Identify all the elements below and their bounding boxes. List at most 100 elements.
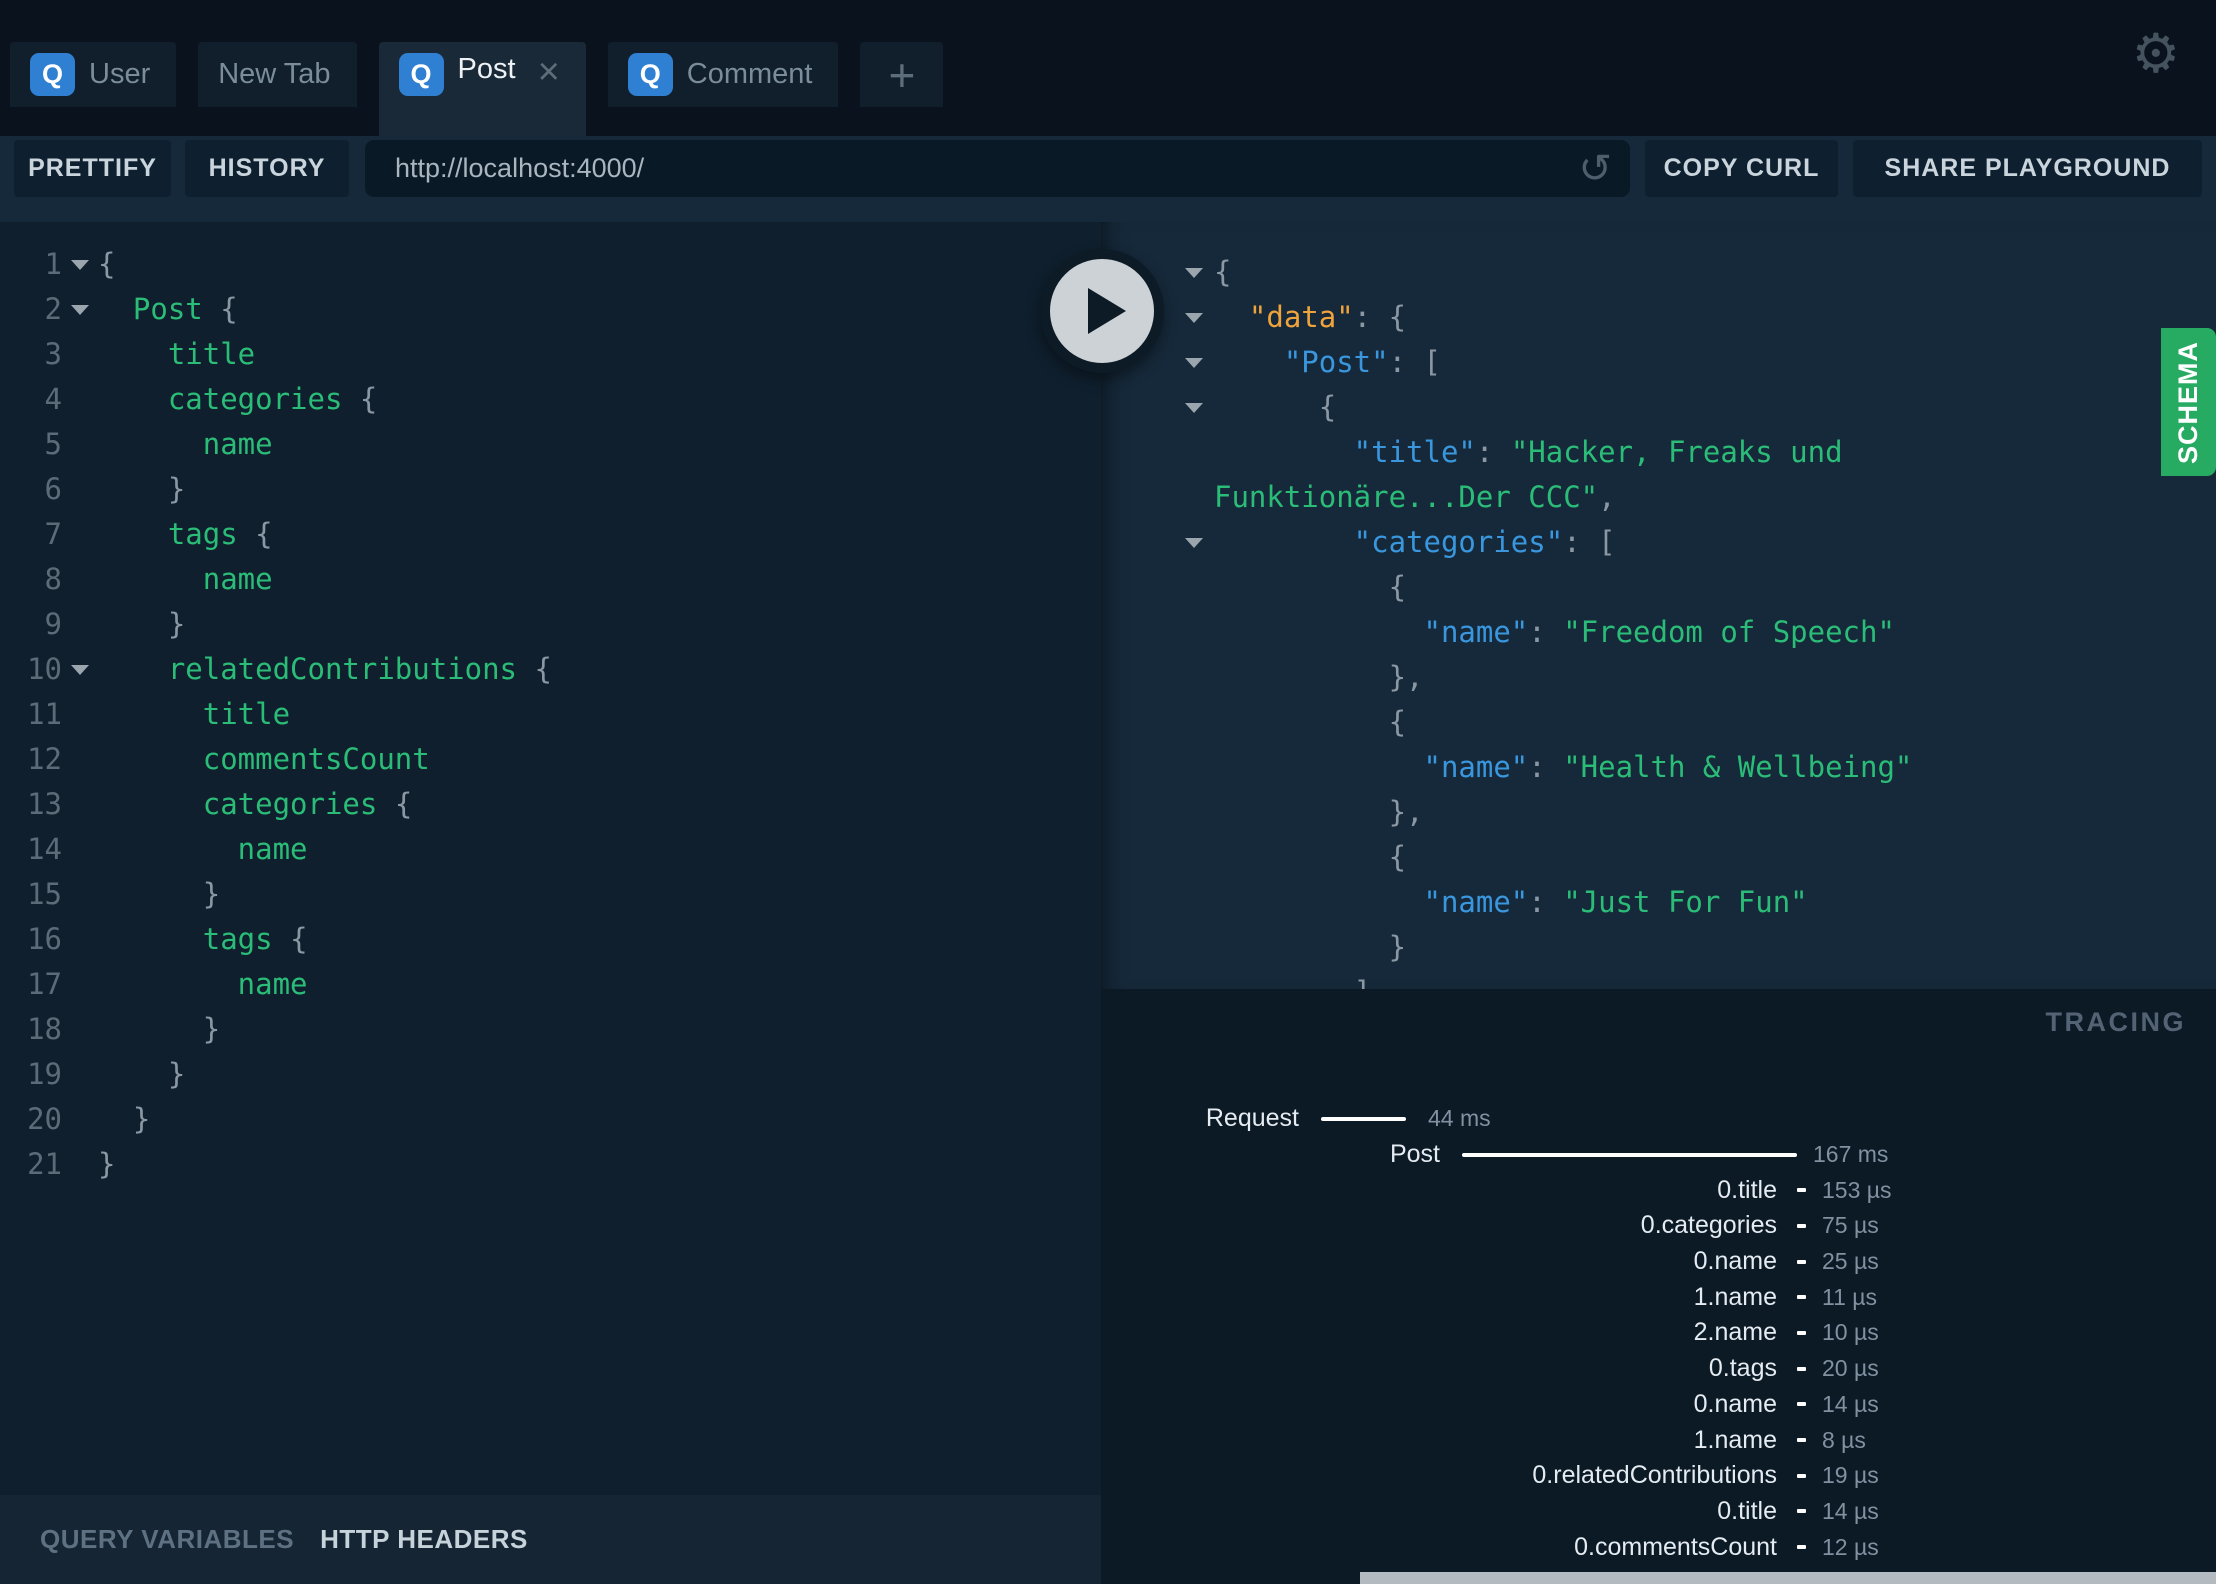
fold-arrow-icon[interactable] bbox=[62, 242, 98, 287]
code-text: } bbox=[98, 872, 220, 917]
tab-query-variables[interactable]: QUERY VARIABLES bbox=[40, 1524, 294, 1555]
triangle-down-icon bbox=[71, 259, 89, 270]
tab-label: User bbox=[89, 58, 151, 90]
query-badge: Q bbox=[398, 53, 444, 96]
fold-arrow-slot bbox=[62, 467, 98, 512]
fold-arrow-icon[interactable] bbox=[62, 647, 98, 692]
code-token: ] bbox=[1354, 975, 1371, 989]
duration-dash bbox=[1797, 1223, 1806, 1228]
editor-line: 19} bbox=[0, 1052, 1101, 1097]
code-token: tags bbox=[167, 517, 256, 551]
code-token: "Post" bbox=[1283, 345, 1389, 379]
code-token: : bbox=[1353, 300, 1389, 334]
horizontal-scrollbar[interactable] bbox=[1360, 1572, 2216, 1584]
fold-arrow-slot bbox=[62, 917, 98, 962]
line-number: 15 bbox=[27, 877, 62, 911]
code-token: { bbox=[1388, 705, 1407, 739]
code-token: "name" bbox=[1423, 615, 1529, 649]
response-line: { bbox=[1101, 565, 2216, 610]
code-token: "data" bbox=[1248, 300, 1354, 334]
duration-dash bbox=[1797, 1545, 1806, 1550]
fold-arrow-icon[interactable] bbox=[62, 287, 98, 332]
tab-http-headers[interactable]: HTTP HEADERS bbox=[320, 1524, 528, 1555]
execute-button[interactable] bbox=[1040, 249, 1164, 373]
code-token: : bbox=[1528, 885, 1564, 919]
code-text: "categories": [ bbox=[1214, 520, 1616, 565]
tracing-duration: 8 µs bbox=[1822, 1426, 1866, 1453]
history-button[interactable]: HISTORY bbox=[185, 140, 349, 197]
response-line: }, bbox=[1101, 655, 2216, 700]
line-number: 21 bbox=[27, 1147, 62, 1181]
tab-post[interactable]: Q Post × bbox=[378, 42, 586, 142]
fold-arrow-icon[interactable] bbox=[1185, 250, 1214, 295]
code-text: "data": { bbox=[1214, 295, 1406, 340]
fold-arrow-icon[interactable] bbox=[1185, 520, 1214, 565]
copy-curl-button[interactable]: COPY CURL bbox=[1645, 140, 1838, 197]
editor-line: 4 categories { bbox=[0, 377, 1101, 422]
tracing-rows: Request 44 ms Post 167 ms 0.title 153 µs 0.cat… bbox=[1101, 1101, 2216, 1565]
tab-user[interactable]: Q User bbox=[10, 42, 177, 107]
code-text: } bbox=[98, 1142, 115, 1187]
line-number: 2 bbox=[44, 292, 62, 326]
prettify-button[interactable]: PRETTIFY bbox=[14, 140, 171, 197]
response-line: { bbox=[1101, 250, 2216, 295]
add-tab-button[interactable]: + bbox=[860, 42, 944, 107]
tracing-duration: 25 µs bbox=[1822, 1248, 1879, 1275]
code-token: "Hacker, Freaks und bbox=[1510, 435, 1843, 469]
tracing-label: 2.name bbox=[1693, 1318, 1777, 1347]
code-token: "name" bbox=[1423, 750, 1529, 784]
tracing-duration: 10 µs bbox=[1822, 1319, 1879, 1346]
reload-schema-icon[interactable]: ↺ bbox=[1560, 146, 1630, 192]
response-line: }, bbox=[1101, 790, 2216, 835]
code-token: , bbox=[1598, 480, 1616, 514]
tracing-label: 1.name bbox=[1693, 1282, 1777, 1311]
code-text: { bbox=[1214, 385, 1336, 430]
code-token: }, bbox=[1388, 795, 1424, 829]
fold-arrow-icon[interactable] bbox=[1185, 340, 1214, 385]
tab-label: Comment bbox=[686, 58, 813, 90]
fold-arrow-slot bbox=[62, 332, 98, 377]
fold-arrow-slot bbox=[1185, 970, 1214, 989]
code-text: title bbox=[98, 692, 290, 737]
tracing-label: 0.title bbox=[1717, 1175, 1777, 1204]
code-token: title bbox=[202, 697, 291, 731]
code-token: name bbox=[237, 832, 308, 866]
code-token: "categories" bbox=[1353, 525, 1564, 559]
code-token: name bbox=[237, 967, 308, 1001]
code-text: { bbox=[1214, 700, 1406, 745]
fold-arrow-icon[interactable] bbox=[1185, 385, 1214, 430]
fold-arrow-slot bbox=[1185, 700, 1214, 745]
line-number: 18 bbox=[27, 1012, 62, 1046]
code-text: name bbox=[98, 962, 308, 1007]
triangle-down-icon bbox=[1185, 402, 1203, 413]
duration-dash bbox=[1797, 1402, 1806, 1407]
play-icon bbox=[1088, 288, 1126, 334]
code-text: { bbox=[1214, 250, 1231, 295]
duration-dash bbox=[1797, 1259, 1806, 1264]
fold-arrow-slot bbox=[62, 377, 98, 422]
code-token: } bbox=[132, 1102, 151, 1136]
fold-arrow-icon[interactable] bbox=[1185, 295, 1214, 340]
tab-new-tab[interactable]: New Tab bbox=[198, 42, 357, 107]
code-token: categories bbox=[167, 382, 360, 416]
editor-line: 14 name bbox=[0, 827, 1101, 872]
code-text: ] bbox=[1214, 970, 1371, 989]
settings-gear-icon[interactable]: ⚙ bbox=[2132, 22, 2180, 85]
tracing-row: Request 44 ms bbox=[1101, 1101, 2216, 1137]
editor-line: 13 categories { bbox=[0, 782, 1101, 827]
query-editor-pane[interactable]: 1{2 Post {3 title 4 categories {5 name 6} 7 tags… bbox=[0, 222, 1101, 1495]
close-tab-icon[interactable]: × bbox=[538, 53, 560, 91]
share-playground-button[interactable]: SHARE PLAYGROUND bbox=[1853, 140, 2202, 197]
code-token: tags bbox=[202, 922, 291, 956]
tab-comment[interactable]: Q Comment bbox=[607, 42, 839, 107]
editor-line: 21} bbox=[0, 1142, 1101, 1187]
line-number: 6 bbox=[44, 472, 62, 506]
fold-arrow-slot bbox=[62, 737, 98, 782]
line-number: 7 bbox=[44, 517, 62, 551]
schema-tab-button[interactable]: SCHEMA bbox=[2161, 328, 2216, 476]
code-token: commentsCount bbox=[202, 742, 430, 776]
response-line: "categories": [ bbox=[1101, 520, 2216, 565]
toolbar: PRETTIFY HISTORY ↺ COPY CURL SHARE PLAYG… bbox=[0, 136, 2216, 222]
code-text: } bbox=[1214, 925, 1406, 970]
endpoint-url-input[interactable] bbox=[365, 153, 1561, 184]
